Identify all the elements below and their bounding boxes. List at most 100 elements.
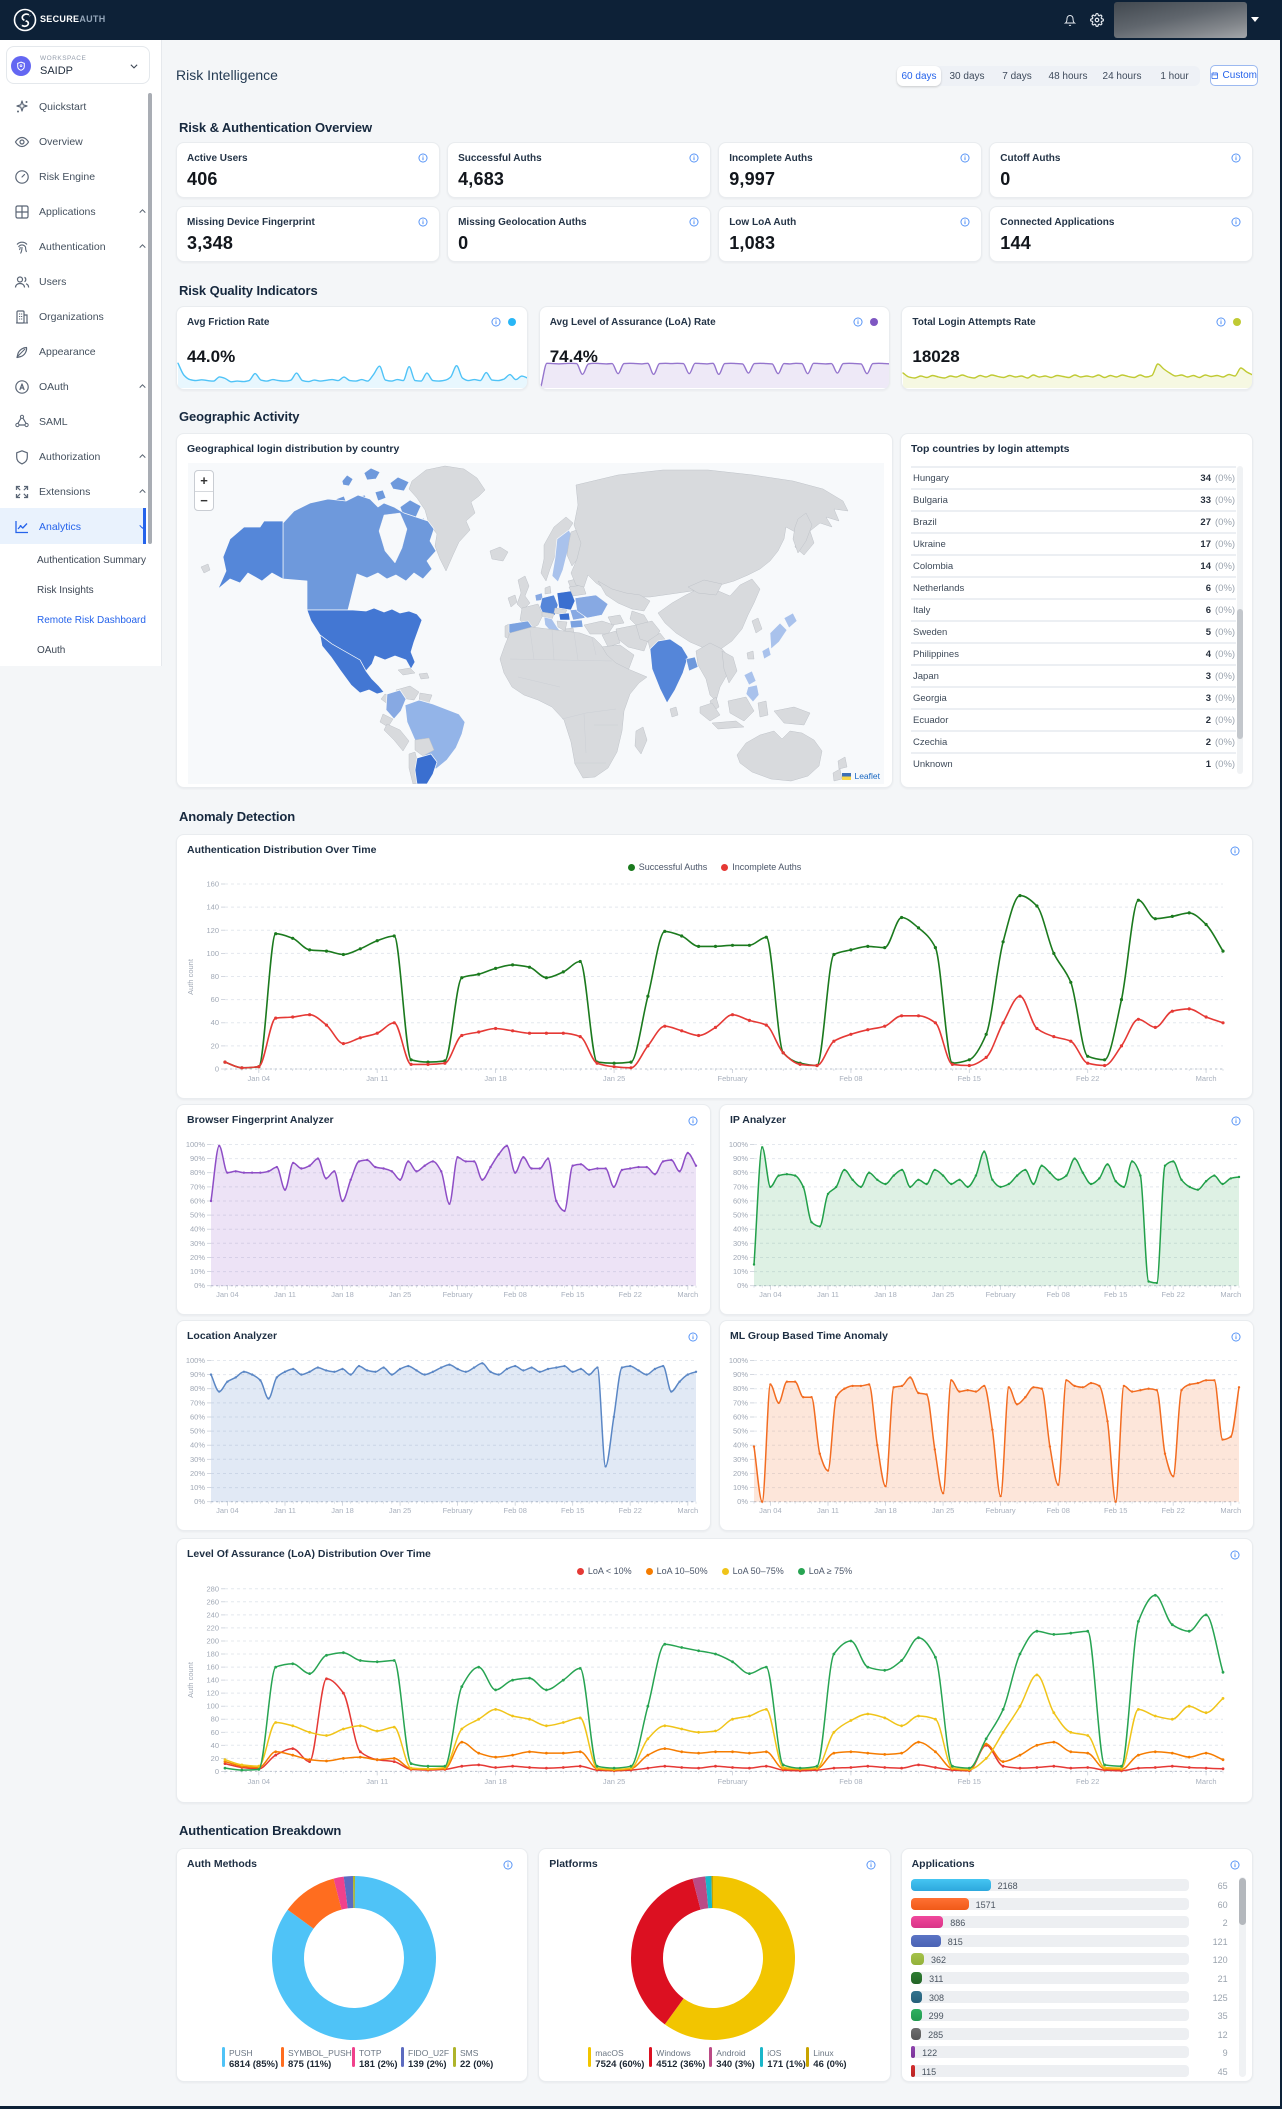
svg-text:February: February: [986, 1290, 1016, 1299]
svg-text:140: 140: [206, 1676, 219, 1685]
svg-text:Feb 08: Feb 08: [1047, 1506, 1070, 1515]
svg-text:Jan 25: Jan 25: [389, 1290, 412, 1299]
svg-text:Feb 08: Feb 08: [1047, 1290, 1070, 1299]
svg-text:50%: 50%: [190, 1211, 205, 1220]
svg-text:100: 100: [206, 1702, 219, 1711]
svg-text:Feb 08: Feb 08: [839, 1777, 862, 1786]
svg-text:80: 80: [211, 972, 219, 981]
svg-text:February: February: [443, 1506, 473, 1515]
svg-text:60: 60: [211, 995, 219, 1004]
svg-text:Jan 18: Jan 18: [331, 1506, 354, 1515]
svg-text:90%: 90%: [733, 1370, 748, 1379]
svg-text:March: March: [677, 1506, 698, 1515]
svg-text:40: 40: [211, 1741, 219, 1750]
svg-text:40%: 40%: [190, 1225, 205, 1234]
svg-text:260: 260: [206, 1597, 219, 1606]
svg-text:280: 280: [206, 1584, 219, 1593]
svg-text:Feb 08: Feb 08: [504, 1290, 527, 1299]
svg-text:60: 60: [211, 1728, 219, 1737]
svg-text:February: February: [717, 1074, 747, 1083]
svg-text:Jan 25: Jan 25: [389, 1506, 412, 1515]
svg-text:40%: 40%: [190, 1441, 205, 1450]
svg-text:Feb 15: Feb 15: [561, 1506, 584, 1515]
svg-text:160: 160: [206, 1663, 219, 1672]
svg-text:Jan 11: Jan 11: [366, 1777, 388, 1786]
svg-text:Jan 04: Jan 04: [248, 1777, 271, 1786]
svg-text:March: March: [1196, 1074, 1217, 1083]
svg-text:Jan 18: Jan 18: [874, 1290, 897, 1299]
svg-text:Jan 11: Jan 11: [817, 1506, 839, 1515]
svg-text:Feb 15: Feb 15: [958, 1777, 981, 1786]
svg-text:90%: 90%: [190, 1370, 205, 1379]
svg-text:30%: 30%: [190, 1455, 205, 1464]
svg-text:Jan 04: Jan 04: [216, 1506, 239, 1515]
svg-text:Jan 25: Jan 25: [932, 1506, 955, 1515]
svg-text:Feb 22: Feb 22: [619, 1506, 642, 1515]
svg-text:100%: 100%: [729, 1356, 749, 1365]
svg-text:60%: 60%: [190, 1197, 205, 1206]
svg-text:0%: 0%: [194, 1497, 205, 1506]
svg-text:20%: 20%: [190, 1469, 205, 1478]
svg-text:Feb 08: Feb 08: [504, 1506, 527, 1515]
svg-text:Feb 08: Feb 08: [839, 1074, 862, 1083]
svg-text:0%: 0%: [737, 1281, 748, 1290]
svg-text:80%: 80%: [733, 1384, 748, 1393]
svg-text:Jan 18: Jan 18: [484, 1777, 507, 1786]
svg-text:Jan 18: Jan 18: [331, 1290, 354, 1299]
svg-text:100: 100: [206, 949, 219, 958]
svg-text:200: 200: [206, 1637, 219, 1646]
svg-text:March: March: [677, 1290, 698, 1299]
svg-text:160: 160: [206, 880, 219, 889]
svg-text:Jan 25: Jan 25: [603, 1777, 626, 1786]
svg-text:20%: 20%: [733, 1469, 748, 1478]
svg-text:20%: 20%: [190, 1253, 205, 1262]
svg-text:Feb 22: Feb 22: [1162, 1290, 1185, 1299]
svg-text:Jan 11: Jan 11: [274, 1290, 296, 1299]
svg-text:80%: 80%: [190, 1168, 205, 1177]
svg-text:80: 80: [211, 1715, 219, 1724]
svg-text:20%: 20%: [733, 1253, 748, 1262]
svg-text:10%: 10%: [190, 1483, 205, 1492]
svg-text:Auth count: Auth count: [186, 958, 195, 995]
svg-text:220: 220: [206, 1623, 219, 1632]
svg-text:February: February: [717, 1777, 747, 1786]
svg-text:70%: 70%: [190, 1182, 205, 1191]
svg-text:180: 180: [206, 1650, 219, 1659]
svg-text:100%: 100%: [186, 1356, 206, 1365]
svg-text:100%: 100%: [186, 1140, 206, 1149]
svg-text:30%: 30%: [190, 1239, 205, 1248]
svg-text:240: 240: [206, 1610, 219, 1619]
svg-text:Feb 22: Feb 22: [1076, 1777, 1099, 1786]
svg-text:February: February: [443, 1290, 473, 1299]
svg-text:10%: 10%: [190, 1267, 205, 1276]
svg-text:100%: 100%: [729, 1140, 749, 1149]
svg-text:10%: 10%: [733, 1267, 748, 1276]
svg-text:20: 20: [211, 1754, 219, 1763]
svg-text:40%: 40%: [733, 1225, 748, 1234]
svg-text:70%: 70%: [733, 1398, 748, 1407]
svg-text:Jan 04: Jan 04: [248, 1074, 271, 1083]
svg-text:30%: 30%: [733, 1239, 748, 1248]
svg-text:80%: 80%: [190, 1384, 205, 1393]
svg-text:Jan 04: Jan 04: [216, 1290, 239, 1299]
svg-text:120: 120: [206, 1689, 219, 1698]
svg-text:Jan 11: Jan 11: [366, 1074, 388, 1083]
svg-text:70%: 70%: [190, 1398, 205, 1407]
svg-text:Feb 22: Feb 22: [619, 1290, 642, 1299]
svg-text:0%: 0%: [194, 1281, 205, 1290]
svg-text:Jan 11: Jan 11: [274, 1506, 296, 1515]
svg-text:60%: 60%: [733, 1197, 748, 1206]
svg-text:80%: 80%: [733, 1168, 748, 1177]
svg-text:90%: 90%: [190, 1154, 205, 1163]
svg-text:Jan 11: Jan 11: [817, 1290, 839, 1299]
svg-text:Jan 18: Jan 18: [874, 1506, 897, 1515]
svg-text:40: 40: [211, 1018, 219, 1027]
svg-text:50%: 50%: [733, 1427, 748, 1436]
svg-text:30%: 30%: [733, 1455, 748, 1464]
svg-text:March: March: [1220, 1506, 1241, 1515]
svg-text:Jan 25: Jan 25: [603, 1074, 626, 1083]
svg-text:0%: 0%: [737, 1497, 748, 1506]
svg-text:Jan 25: Jan 25: [932, 1290, 955, 1299]
svg-text:40%: 40%: [733, 1441, 748, 1450]
svg-text:Feb 22: Feb 22: [1076, 1074, 1099, 1083]
